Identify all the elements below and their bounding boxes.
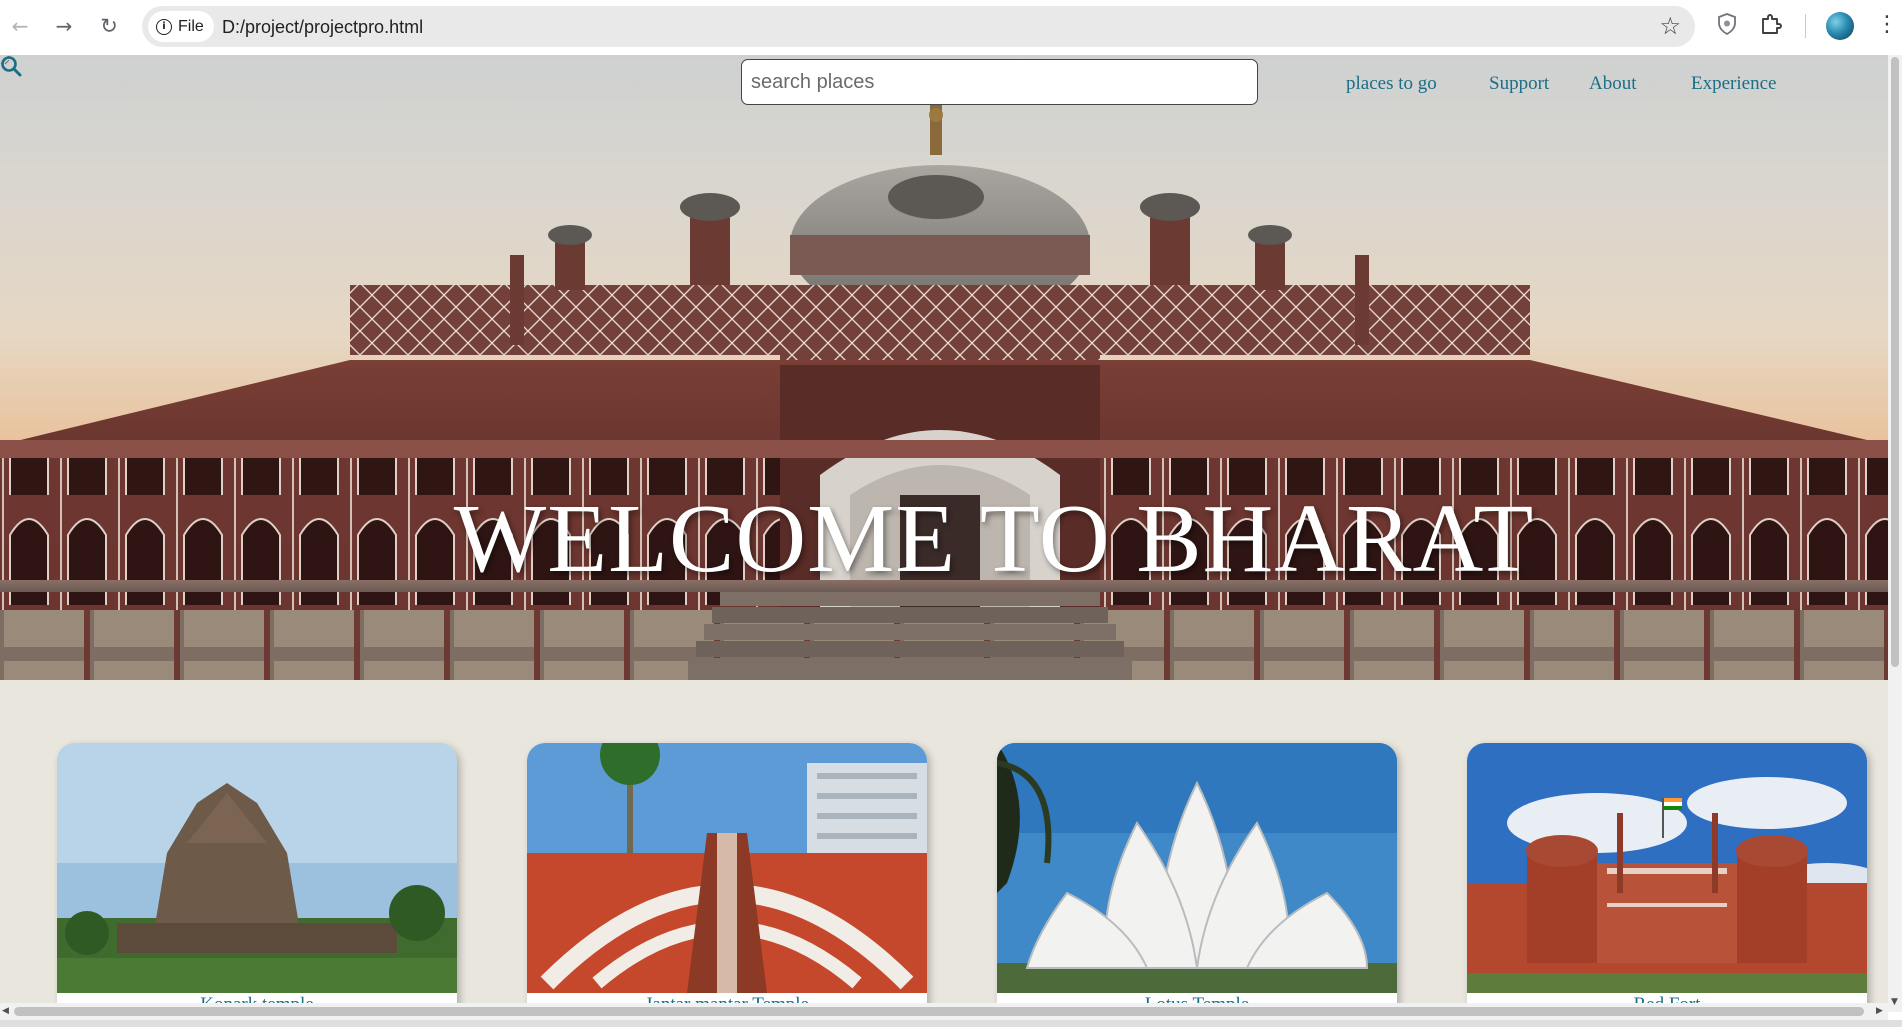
toolbar-divider [1805, 14, 1806, 38]
reload-icon: ↻ [100, 14, 118, 38]
arrow-right-icon: → [55, 14, 73, 38]
nav-link-places-to-go[interactable]: places to go [1346, 73, 1437, 95]
window-bottom-edge [0, 1020, 1902, 1027]
place-card-red-fort[interactable]: Red Fort [1467, 743, 1867, 1012]
site-chip-label: File [178, 17, 204, 35]
hero-banner: places to go Support About Experience WE… [0, 55, 1888, 680]
vertical-scrollbar[interactable]: ▼ [1888, 55, 1902, 1012]
star-icon[interactable]: ☆ [1659, 12, 1681, 40]
jantar-mantar-image [527, 743, 927, 993]
horizontal-scroll-thumb[interactable] [14, 1007, 1864, 1016]
konark-temple-image [57, 743, 457, 993]
puzzle-icon[interactable] [1760, 13, 1782, 35]
reload-button[interactable]: ↻ [95, 12, 123, 40]
url-text[interactable]: D:/project/projectpro.html [222, 17, 423, 38]
kebab-menu-icon[interactable]: ⋮ [1876, 12, 1898, 37]
search-icon[interactable] [0, 55, 22, 77]
nav-link-about[interactable]: About [1589, 73, 1637, 95]
site-info-chip[interactable]: i File [148, 11, 214, 42]
back-button[interactable]: ← [6, 12, 34, 40]
lotus-temple-image [997, 743, 1397, 993]
browser-toolbar: ← → ↻ i File D:/project/projectpro.html … [0, 0, 1902, 55]
search-input[interactable] [741, 59, 1258, 105]
place-card-lotus[interactable]: Lotus Temple [997, 743, 1397, 1012]
place-card-konark[interactable]: Konark temple [57, 743, 457, 1012]
forward-button[interactable]: → [50, 12, 78, 40]
arrow-left-icon: ← [11, 14, 29, 38]
scroll-right-arrow-icon[interactable]: ▶ [1876, 1006, 1883, 1016]
nav-link-experience[interactable]: Experience [1691, 73, 1776, 95]
hero-title: WELCOME TO BHARAT [453, 485, 1535, 593]
nav-link-support[interactable]: Support [1489, 73, 1549, 95]
place-card-jantar-mantar[interactable]: Jantar mantar Temple [527, 743, 927, 1012]
horizontal-scrollbar[interactable]: ◀ ▶ [0, 1003, 1888, 1020]
scroll-down-arrow-icon[interactable]: ▼ [1891, 997, 1898, 1007]
vertical-scroll-thumb[interactable] [1891, 57, 1899, 667]
shield-icon[interactable] [1718, 13, 1736, 35]
page-viewport: places to go Support About Experience WE… [0, 55, 1888, 1012]
profile-avatar-icon[interactable] [1826, 12, 1854, 40]
address-bar[interactable]: i File D:/project/projectpro.html ☆ [142, 6, 1695, 47]
red-fort-image [1467, 743, 1867, 993]
scroll-left-arrow-icon[interactable]: ◀ [2, 1006, 9, 1016]
info-icon: i [156, 18, 172, 35]
